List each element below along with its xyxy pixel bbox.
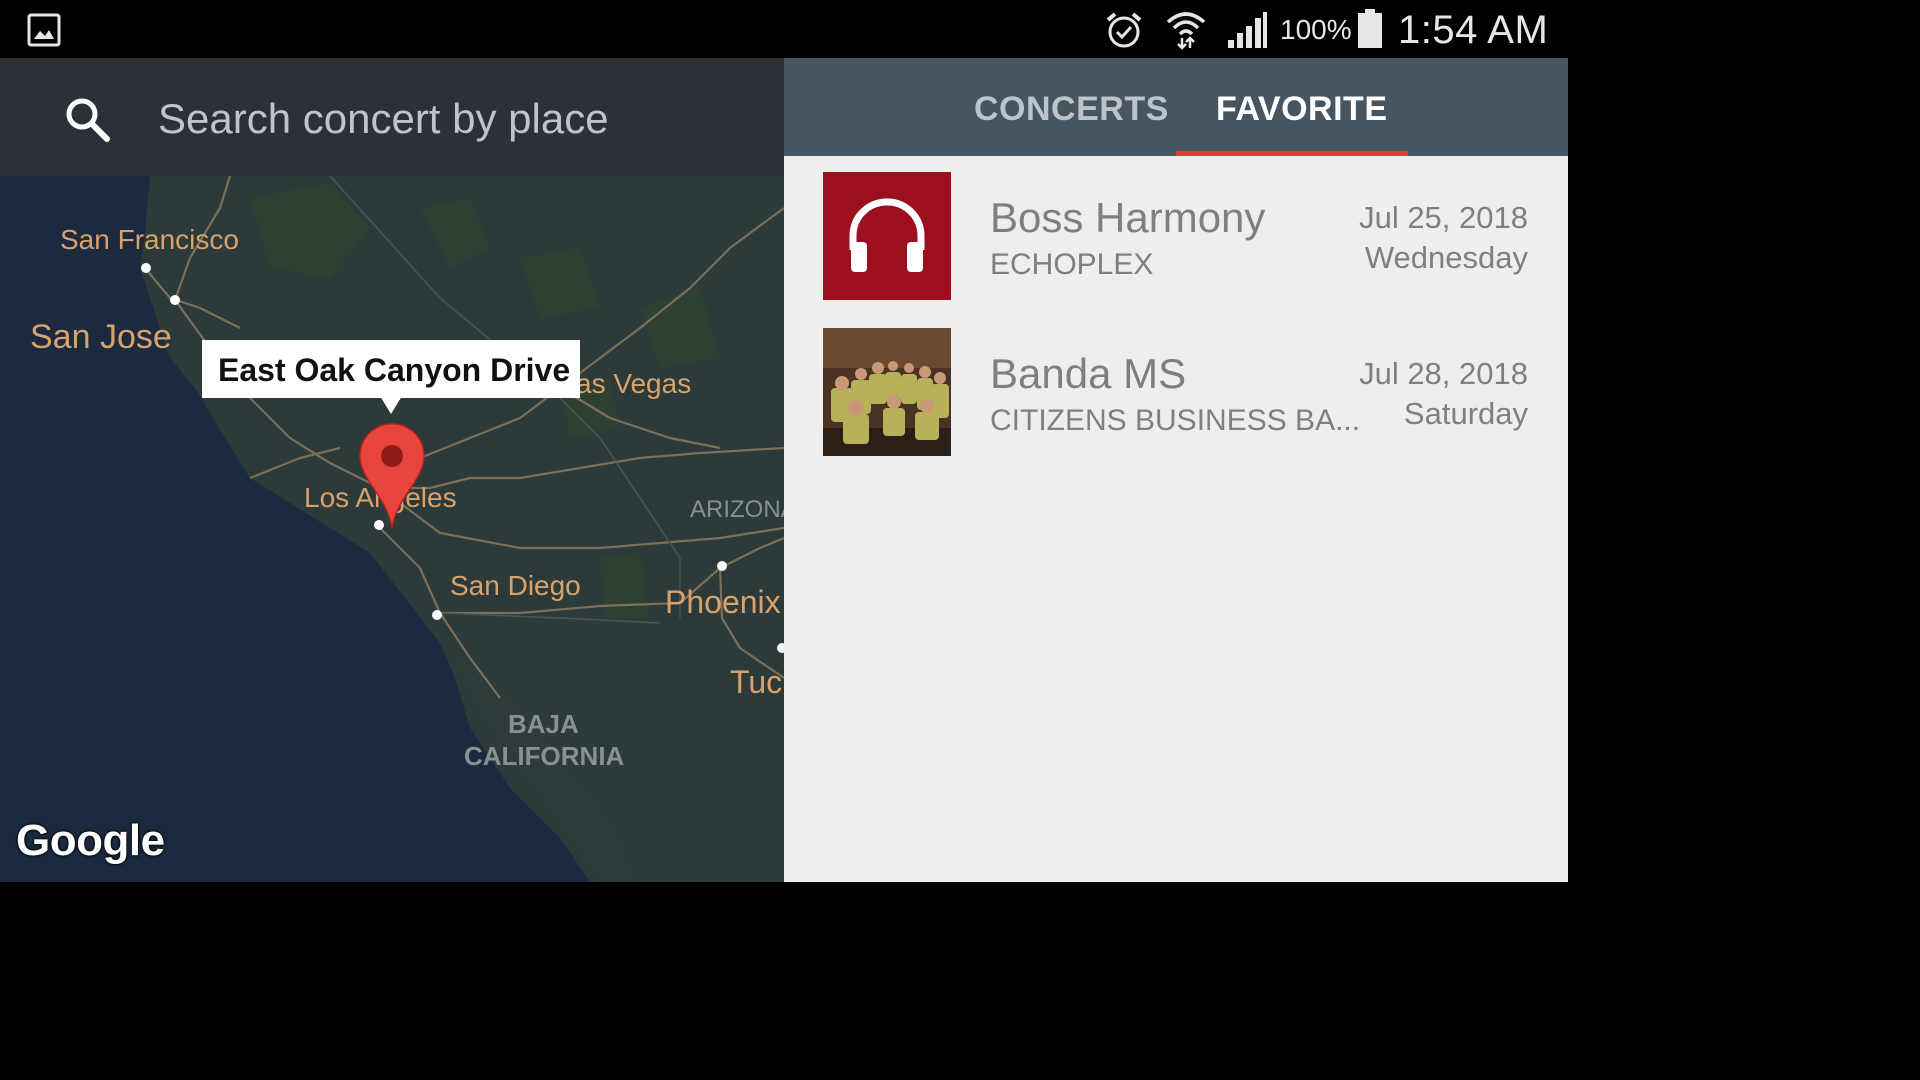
- list-item[interactable]: Banda MS CITIZENS BUSINESS BA... Jul 28,…: [784, 328, 1568, 484]
- map-label-phoenix: Phoenix: [665, 584, 781, 620]
- clock: 1:54 AM: [1398, 8, 1549, 52]
- map-label-san-diego: San Diego: [450, 570, 581, 601]
- search-input[interactable]: [158, 94, 758, 144]
- wifi-icon: [1166, 12, 1206, 50]
- map-label-baja-line2: CALIFORNIA: [464, 741, 625, 771]
- tab-favorite[interactable]: FAVORITE: [1216, 90, 1388, 129]
- status-bar: 100% 1:54 AM: [0, 0, 1568, 58]
- event-weekday: Wednesday: [1364, 240, 1528, 275]
- map-label-arizona: ARIZONA: [690, 496, 784, 523]
- google-attribution: Google: [16, 816, 165, 865]
- search-bar: [0, 58, 784, 176]
- search-icon[interactable]: [62, 94, 112, 144]
- map-label-tucson: Tuc: [730, 664, 783, 700]
- tab-concerts[interactable]: CONCERTS: [974, 90, 1169, 129]
- battery-icon: [1358, 9, 1382, 48]
- event-weekday: Saturday: [1403, 396, 1528, 431]
- alarm-icon: [1106, 12, 1142, 48]
- event-date: Jul 28, 2018: [1359, 356, 1528, 391]
- map-label-san-jose: San Jose: [30, 318, 172, 356]
- favorites-pane: CONCERTS FAVORITE Boss Harmony ECHOPLEX …: [784, 58, 1568, 882]
- tab-active-indicator: [1176, 151, 1408, 156]
- event-thumbnail: [823, 172, 951, 300]
- band-photo: [823, 328, 951, 456]
- event-title: Banda MS: [990, 350, 1187, 397]
- callout-tail: [380, 396, 402, 414]
- event-title: Boss Harmony: [990, 194, 1266, 241]
- event-venue: ECHOPLEX: [990, 248, 1154, 281]
- event-thumbnail: [823, 328, 951, 456]
- map-label-las-vegas: as Vegas: [576, 368, 692, 399]
- callout-label: East Oak Canyon Drive: [218, 352, 571, 388]
- headphones-icon: [849, 198, 925, 272]
- map-pin-icon[interactable]: [358, 422, 426, 530]
- map-label-san-francisco: San Francisco: [60, 224, 239, 255]
- tab-bar: CONCERTS FAVORITE: [784, 58, 1568, 156]
- list-item[interactable]: Boss Harmony ECHOPLEX Jul 25, 2018 Wedne…: [784, 172, 1568, 328]
- location-callout[interactable]: East Oak Canyon Drive: [202, 340, 580, 414]
- gallery-icon: [27, 13, 61, 47]
- event-date: Jul 25, 2018: [1359, 200, 1528, 235]
- map-view[interactable]: San Francisco San Jose as Vegas Los Ange…: [0, 58, 784, 882]
- event-venue: CITIZENS BUSINESS BA...: [990, 404, 1361, 437]
- map-label-baja-line1: BAJA: [508, 709, 579, 739]
- signal-icon: [1228, 12, 1267, 48]
- battery-percent: 100%: [1280, 14, 1352, 45]
